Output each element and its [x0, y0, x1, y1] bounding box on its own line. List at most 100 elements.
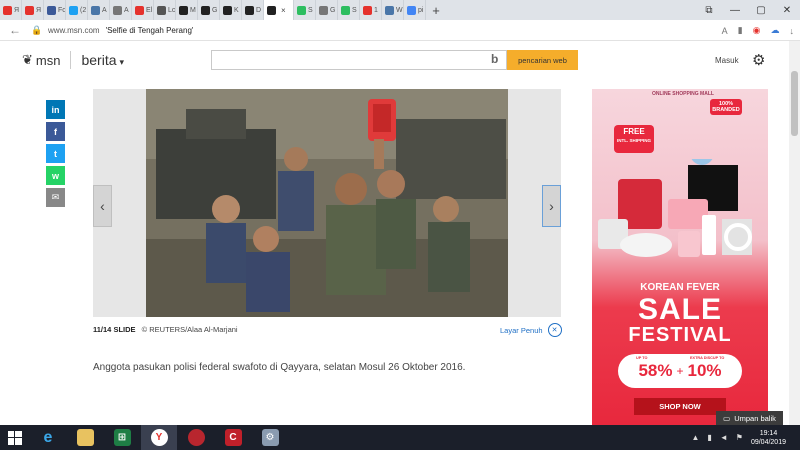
section-label: berita — [81, 52, 117, 68]
facebook-icon[interactable]: f — [46, 122, 65, 141]
spreadsheet-icon: ⊞ — [113, 429, 131, 446]
signin-link[interactable]: Masuk — [715, 56, 739, 65]
page-title: 'Selfie di Tengah Perang' — [105, 25, 194, 35]
ie-icon: e — [43, 428, 53, 446]
browser-tab[interactable]: pi — [404, 0, 426, 20]
tab-favicon-icon — [25, 5, 34, 15]
browser-tab[interactable]: Fo — [44, 0, 66, 20]
whatsapp-icon[interactable]: w — [46, 166, 65, 185]
tab-favicon-icon — [91, 5, 100, 15]
tab-label: G — [330, 6, 336, 14]
bookmark-icon[interactable]: ▮ — [738, 25, 743, 36]
browser-tab[interactable]: G — [316, 0, 338, 20]
browser-tab[interactable]: Lc — [154, 0, 176, 20]
new-tab-button[interactable]: + — [426, 3, 446, 18]
browser-tab[interactable]: G — [198, 0, 220, 20]
flag-icon[interactable]: ⚑ — [736, 433, 743, 442]
linkedin-icon[interactable]: in — [46, 100, 65, 119]
taskbar-explorer[interactable] — [67, 425, 103, 450]
taskbar-excel[interactable]: ⊞ — [104, 425, 140, 450]
browser-tab[interactable]: K — [220, 0, 242, 20]
email-icon[interactable]: ✉ — [46, 188, 65, 207]
tab-label: S — [308, 6, 313, 14]
tab-favicon-icon — [3, 5, 12, 15]
pin-icon[interactable]: ⧉ — [696, 0, 722, 20]
slide-info: 11/14 SLIDE © REUTERS/Alaa Al-Marjani — [93, 325, 238, 334]
windows-taskbar: e ⊞ Y C ⚙ ▲ ▮ ◄ ⚑ 19:14 09/04/2019 — [0, 425, 800, 450]
start-button[interactable] — [0, 425, 30, 450]
volume-icon[interactable]: ◄ — [720, 433, 728, 442]
taskbar-ie[interactable]: e — [30, 425, 66, 450]
search-button[interactable]: pencarian web — [507, 50, 578, 70]
taskbar-yandex[interactable]: Y — [141, 425, 177, 450]
downloads-icon[interactable]: ☁ — [771, 25, 780, 36]
browser-tab[interactable]: M — [176, 0, 198, 20]
maximize-button[interactable]: ▢ — [748, 0, 774, 20]
prev-slide-button[interactable]: ‹ — [93, 185, 112, 227]
tools-icon: ⚙ — [261, 429, 279, 446]
browser-tab[interactable]: El — [132, 0, 154, 20]
browser-tab[interactable]: S — [338, 0, 360, 20]
browser-tab[interactable]: (2 — [66, 0, 88, 20]
browser-tab-strip: Я Я Fo (2 А А El Lc M G K D × S G S 1 Wpi + — [0, 0, 800, 20]
translate-icon[interactable]: A — [722, 26, 728, 36]
article-content: in f t w ✉ ‹ › 11/14 SLIDE © REUTERS/Ala… — [0, 79, 800, 425]
media-icon — [187, 429, 205, 446]
close-tab-icon[interactable]: × — [281, 6, 286, 15]
page-scrollbar[interactable] — [789, 41, 800, 425]
taskbar-app-tools[interactable]: ⚙ — [252, 425, 288, 450]
feedback-button[interactable]: ▭ Umpan balik — [716, 411, 783, 426]
tab-favicon-icon — [407, 5, 416, 15]
browser-tab[interactable]: D — [242, 0, 264, 20]
close-button[interactable]: ✕ — [774, 0, 800, 20]
tab-label: Fo — [58, 6, 66, 14]
taskbar-app-c[interactable]: C — [215, 425, 251, 450]
downloads-arrow-icon[interactable]: ↓ — [790, 26, 795, 36]
ad-discount-pill: UP TO EXTRA DISCUP TO 58% + 10% — [618, 354, 742, 388]
tab-label: 1 — [374, 6, 378, 14]
browser-tab[interactable]: W — [382, 0, 404, 20]
browser-tab[interactable]: S — [294, 0, 316, 20]
url-text[interactable]: www.msn.com — [48, 26, 100, 35]
twitter-icon[interactable]: t — [46, 144, 65, 163]
gear-icon[interactable]: ⚙ — [752, 51, 765, 69]
ad-badge-line2: BRANDED — [712, 107, 740, 113]
tab-label: W — [396, 6, 403, 14]
ad-title-line1: KOREAN FEVER — [640, 282, 720, 293]
next-slide-button[interactable]: › — [542, 185, 561, 227]
taskbar-app-red[interactable] — [178, 425, 214, 450]
shop-now-button[interactable]: SHOP NOW — [634, 398, 726, 415]
msn-logo[interactable]: ❦ msn — [22, 52, 60, 68]
extension-icon[interactable]: ◉ — [753, 25, 761, 36]
yandex-browser-icon: Y — [150, 429, 168, 446]
ad-free-line1: FREE — [623, 127, 645, 136]
tab-label: А — [102, 6, 107, 14]
browser-tab[interactable]: Я — [22, 0, 44, 20]
scrollbar-thumb[interactable] — [791, 71, 798, 136]
ad-products-illustration — [598, 159, 752, 257]
browser-tab[interactable]: А — [88, 0, 110, 20]
tray-arrow-icon[interactable]: ▲ — [692, 433, 700, 442]
fullscreen-button[interactable]: Layar Penuh ✕ — [500, 323, 562, 337]
back-arrow-icon[interactable]: ← — [0, 23, 30, 37]
browser-tab[interactable]: 1 — [360, 0, 382, 20]
slide-photo[interactable] — [146, 89, 508, 317]
tab-favicon-icon — [267, 5, 276, 15]
clock[interactable]: 19:14 09/04/2019 — [751, 429, 786, 447]
msn-header: ❦ msn berita ▾ b pencarian web Masuk ⚙ — [0, 41, 800, 79]
browser-tab[interactable]: А — [110, 0, 132, 20]
network-icon[interactable]: ▮ — [707, 433, 711, 442]
browser-tab[interactable]: Я — [0, 0, 22, 20]
minimize-button[interactable]: — — [722, 0, 748, 20]
lock-icon[interactable]: 🔒 — [30, 25, 44, 36]
chevron-down-icon: ▾ — [119, 57, 125, 67]
advertisement[interactable]: ONLINE SHOPPING MALL 100% BRANDED FREE I… — [592, 89, 768, 425]
tab-favicon-icon — [297, 5, 306, 15]
search-input[interactable] — [211, 50, 507, 70]
window-controls: ⧉ — ▢ ✕ — [696, 0, 800, 20]
section-menu[interactable]: berita ▾ — [81, 52, 124, 68]
tab-favicon-icon — [113, 5, 122, 15]
share-bar: in f t w ✉ — [46, 100, 65, 207]
browser-tab[interactable]: × — [264, 0, 294, 20]
tab-label: pi — [418, 6, 424, 14]
